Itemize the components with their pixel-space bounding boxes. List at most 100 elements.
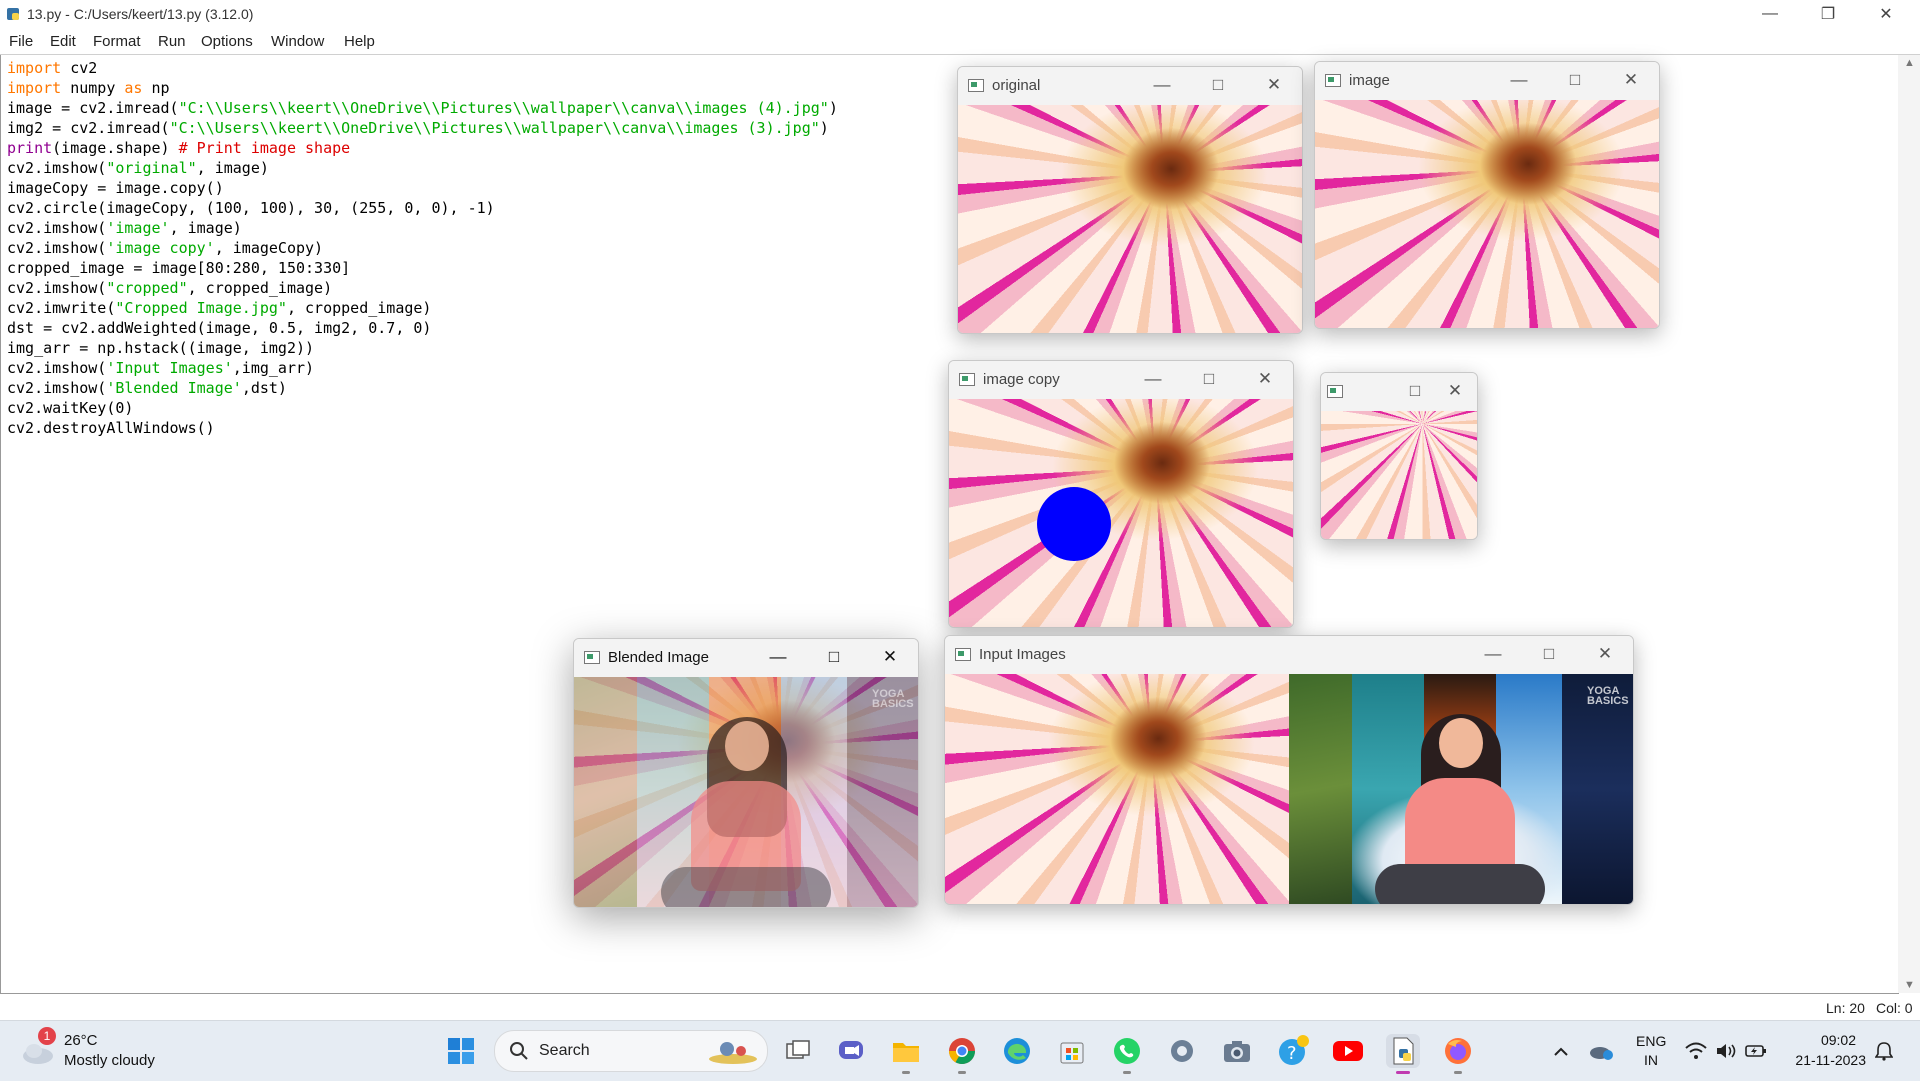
cv-window-cropped[interactable]: □ ✕ bbox=[1320, 372, 1478, 540]
close-button[interactable]: ✕ bbox=[1433, 373, 1477, 409]
menu-options[interactable]: Options bbox=[201, 33, 253, 50]
clock-time[interactable]: 09:02 bbox=[1776, 1032, 1856, 1048]
running-indicator bbox=[1454, 1071, 1462, 1074]
cv-title-bar[interactable]: Blended Image — □ ✕ bbox=[574, 639, 918, 675]
code-line[interactable]: cv2.imshow('image', image) bbox=[7, 218, 838, 238]
taskbar-search[interactable]: Search bbox=[494, 1030, 768, 1072]
code-token: img_arr = np.hstack((image, img2)) bbox=[7, 339, 315, 357]
code-line[interactable]: cv2.imshow('image copy', imageCopy) bbox=[7, 238, 838, 258]
scroll-down-arrow-icon[interactable]: ▼ bbox=[1904, 979, 1915, 991]
code-line[interactable]: dst = cv2.addWeighted(image, 0.5, img2, … bbox=[7, 318, 838, 338]
cv-title-bar[interactable]: original — □ ✕ bbox=[958, 67, 1302, 103]
code-line[interactable]: import numpy as np bbox=[7, 78, 838, 98]
notification-bell-icon[interactable] bbox=[1870, 1034, 1898, 1068]
code-line[interactable]: cv2.imshow('Blended Image',dst) bbox=[7, 378, 838, 398]
battery-icon[interactable] bbox=[1742, 1034, 1770, 1068]
code-line[interactable]: img2 = cv2.imread("C:\\Users\\keert\\One… bbox=[7, 118, 838, 138]
firefox-icon[interactable] bbox=[1441, 1034, 1475, 1074]
cv-window-title: Blended Image bbox=[608, 649, 709, 666]
maximize-button[interactable]: □ bbox=[1521, 636, 1577, 672]
edge-icon[interactable] bbox=[1000, 1034, 1034, 1068]
menu-edit[interactable]: Edit bbox=[50, 33, 76, 50]
code-line[interactable]: cv2.imshow("cropped", cropped_image) bbox=[7, 278, 838, 298]
whatsapp-icon[interactable] bbox=[1110, 1034, 1144, 1074]
close-button[interactable]: ✕ bbox=[862, 639, 918, 675]
menu-window[interactable]: Window bbox=[271, 33, 324, 50]
menu-file[interactable]: File bbox=[9, 33, 33, 50]
cv-window-image[interactable]: image — □ ✕ bbox=[1314, 61, 1660, 329]
code-line[interactable]: cv2.destroyAllWindows() bbox=[7, 418, 838, 438]
start-button[interactable] bbox=[444, 1034, 478, 1068]
idle-editor-icon[interactable] bbox=[1386, 1034, 1420, 1074]
maximize-button[interactable]: □ bbox=[1393, 373, 1437, 409]
cv-title-bar[interactable]: □ ✕ bbox=[1321, 373, 1477, 409]
code-text[interactable]: import cv2 import numpy as np image = cv2.… bbox=[7, 58, 838, 438]
minimize-button[interactable]: — bbox=[1741, 0, 1799, 28]
camera-icon[interactable] bbox=[1220, 1034, 1254, 1068]
close-button[interactable]: ✕ bbox=[1577, 636, 1633, 672]
menu-run[interactable]: Run bbox=[158, 33, 186, 50]
code-token: "C:\\Users\\keert\\OneDrive\\Pictures\\w… bbox=[178, 99, 829, 117]
minimize-button[interactable]: — bbox=[1125, 361, 1181, 397]
minimize-button[interactable]: — bbox=[1465, 636, 1521, 672]
help-icon[interactable]: ? bbox=[1276, 1034, 1310, 1068]
chrome-icon[interactable] bbox=[945, 1034, 979, 1074]
minimize-button[interactable]: — bbox=[750, 639, 806, 675]
status-col: Col: 0 bbox=[1876, 1000, 1913, 1016]
code-line[interactable]: cv2.imwrite("Cropped Image.jpg", cropped… bbox=[7, 298, 838, 318]
code-line[interactable]: cv2.circle(imageCopy, (100, 100), 30, (2… bbox=[7, 198, 838, 218]
teams-chat-icon[interactable] bbox=[834, 1034, 868, 1068]
weather-widget[interactable]: 1 bbox=[20, 1027, 56, 1065]
code-line[interactable]: cv2.imshow("original", image) bbox=[7, 158, 838, 178]
code-token: np bbox=[142, 79, 170, 97]
weather-desc[interactable]: Mostly cloudy bbox=[64, 1052, 155, 1069]
language-top[interactable]: ENG bbox=[1636, 1033, 1666, 1049]
code-line[interactable]: cropped_image = image[80:280, 150:330] bbox=[7, 258, 838, 278]
volume-icon[interactable] bbox=[1712, 1034, 1740, 1068]
close-button[interactable]: ✕ bbox=[1603, 62, 1659, 98]
menu-help[interactable]: Help bbox=[344, 33, 375, 50]
cv-window-original[interactable]: original — □ ✕ bbox=[957, 66, 1303, 334]
menu-format[interactable]: Format bbox=[93, 33, 141, 50]
maximize-button[interactable]: □ bbox=[806, 639, 862, 675]
code-line[interactable]: print(image.shape) # Print image shape bbox=[7, 138, 838, 158]
cv-window-input-images[interactable]: Input Images — □ ✕ YOGA BASICS bbox=[944, 635, 1634, 905]
cv-window-image-copy[interactable]: image copy — □ ✕ bbox=[948, 360, 1294, 628]
code-line[interactable]: import cv2 bbox=[7, 58, 838, 78]
minimize-button[interactable]: — bbox=[1491, 62, 1547, 98]
microsoft-store-icon[interactable] bbox=[1055, 1034, 1089, 1068]
vertical-scrollbar[interactable]: ▲ ▼ bbox=[1898, 55, 1920, 993]
language-bottom[interactable]: IN bbox=[1636, 1052, 1666, 1068]
show-hidden-icons-chevron-icon[interactable] bbox=[1547, 1034, 1575, 1068]
cv-title-bar[interactable]: image copy — □ ✕ bbox=[949, 361, 1293, 397]
minimize-button[interactable]: — bbox=[1134, 67, 1190, 103]
onedrive-sync-icon[interactable] bbox=[1585, 1034, 1617, 1068]
stacked-images: YOGA BASICS bbox=[945, 674, 1633, 904]
file-explorer-icon[interactable] bbox=[889, 1034, 923, 1074]
maximize-button[interactable]: □ bbox=[1547, 62, 1603, 98]
close-button[interactable]: ✕ bbox=[1237, 361, 1293, 397]
scroll-up-arrow-icon[interactable]: ▲ bbox=[1904, 57, 1915, 69]
close-button[interactable]: ✕ bbox=[1857, 0, 1915, 28]
code-line[interactable]: cv2.imshow('Input Images',img_arr) bbox=[7, 358, 838, 378]
clock-date[interactable]: 21-11-2023 bbox=[1776, 1052, 1866, 1068]
maximize-button[interactable]: □ bbox=[1190, 67, 1246, 103]
maximize-button[interactable]: □ bbox=[1181, 361, 1237, 397]
close-button[interactable]: ✕ bbox=[1246, 67, 1302, 103]
weather-temp[interactable]: 26°C bbox=[64, 1032, 98, 1049]
cv-window-blended-image[interactable]: Blended Image — □ ✕ YOGA BASICS bbox=[573, 638, 919, 908]
cv-title-bar[interactable]: Input Images — □ ✕ bbox=[945, 636, 1633, 672]
code-line[interactable]: image = cv2.imread("C:\\Users\\keert\\On… bbox=[7, 98, 838, 118]
restore-button[interactable]: ❐ bbox=[1799, 0, 1857, 28]
code-line[interactable]: img_arr = np.hstack((image, img2)) bbox=[7, 338, 838, 358]
code-token: "C:\\Users\\keert\\OneDrive\\Pictures\\w… bbox=[169, 119, 820, 137]
settings-gear-icon[interactable] bbox=[1165, 1034, 1199, 1068]
code-token: ) bbox=[819, 119, 829, 137]
cv-title-bar[interactable]: image — □ ✕ bbox=[1315, 62, 1659, 98]
wifi-icon[interactable] bbox=[1682, 1034, 1710, 1068]
code-line[interactable]: cv2.waitKey(0) bbox=[7, 398, 838, 418]
youtube-icon[interactable] bbox=[1331, 1034, 1365, 1068]
status-bar: Ln: 20 Col: 0 bbox=[0, 995, 1920, 1019]
task-view-icon[interactable] bbox=[781, 1034, 815, 1068]
code-line[interactable]: imageCopy = image.copy() bbox=[7, 178, 838, 198]
